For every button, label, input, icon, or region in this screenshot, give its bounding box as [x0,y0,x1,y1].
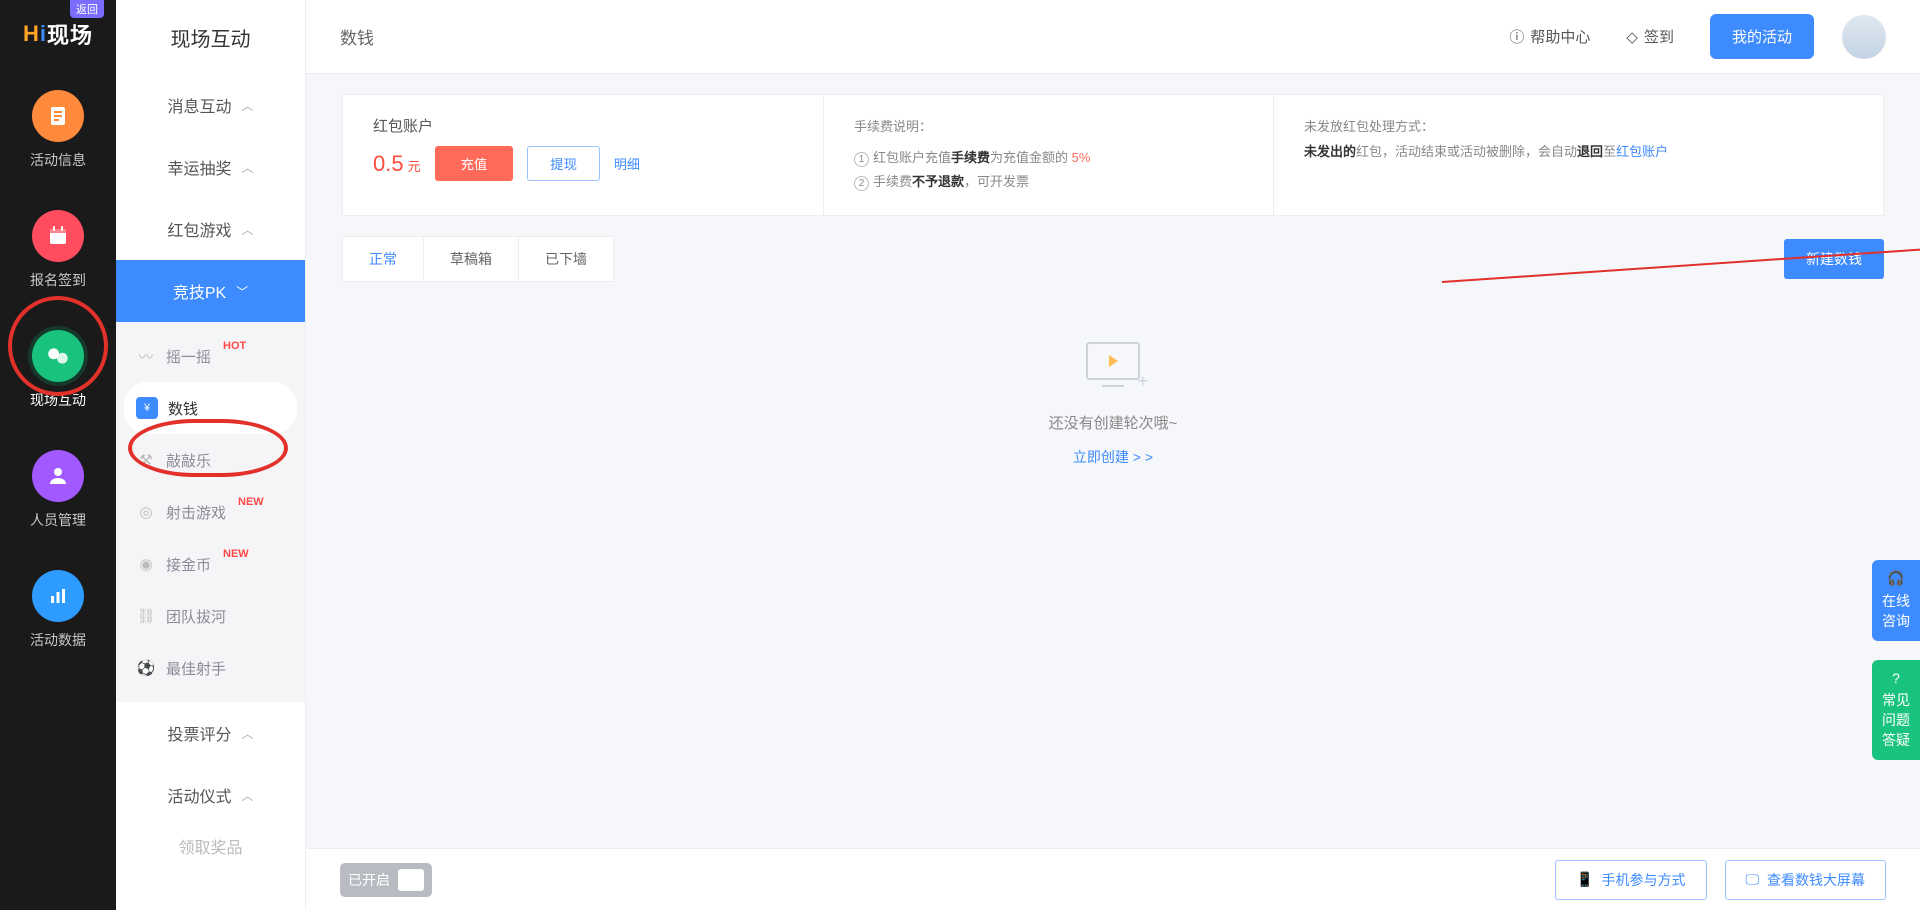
monitor-icon: 🖵 [1746,871,1760,888]
status-tabs: 正常 草稿箱 已下墙 [342,236,614,282]
online-consult-button[interactable]: 🎧在线咨询 [1872,560,1920,641]
view-bigscreen-button[interactable]: 🖵查看数钱大屏幕 [1725,860,1887,900]
checkin-link[interactable]: ◇签到 [1626,26,1674,47]
rail-item-signup[interactable]: 报名签到 [30,210,86,290]
chart-icon [32,570,84,622]
logo[interactable]: Hi现场 [23,18,93,50]
sub-item-coins[interactable]: ◉接金币NEW [116,538,305,590]
phone-icon: 📱 [1576,871,1593,888]
main-area: 数钱 ⓘ帮助中心 ◇签到 我的活动 红包账户 0.5元 充值 提现 明细 [306,0,1920,910]
pk-submenu: 〰摇一摇HOT ¥数钱 ⚒敲敲乐 ◎射击游戏NEW ◉接金币NEW ⛓团队拔河 … [116,322,305,702]
tab-draft[interactable]: 草稿箱 [424,237,519,281]
recharge-button[interactable]: 充值 [435,146,514,181]
tab-normal[interactable]: 正常 [343,237,424,281]
sub-item-shoot[interactable]: ◎射击游戏NEW [116,486,305,538]
primary-nav-rail: 返回 Hi现场 活动信息 报名签到 现场互动 人员管理 [0,0,116,910]
secondary-sidebar: 现场互动 消息互动︿ 幸运抽奖︿ 红包游戏︿ 竞技PK﹀ 〰摇一摇HOT ¥数钱… [116,0,306,910]
sub-item-count-money[interactable]: ¥数钱 [124,382,297,434]
redpacket-account-link[interactable]: 红包账户 [1616,144,1668,159]
help-link[interactable]: ⓘ帮助中心 [1509,26,1590,47]
account-amount: 0.5元 [373,151,421,177]
empty-text: 还没有创建轮次哦~ [1049,412,1178,433]
calendar-icon [32,210,84,262]
topbar: 数钱 ⓘ帮助中心 ◇签到 我的活动 [306,0,1920,74]
chevron-up-icon: ︿ [242,97,254,114]
sub-item-shooter[interactable]: ⚽最佳射手 [116,642,305,694]
chevron-down-icon: ﹀ [236,283,248,300]
money-icon: ¥ [136,397,158,419]
my-activity-button[interactable]: 我的活动 [1710,14,1814,59]
sub-item-shake[interactable]: 〰摇一摇HOT [116,330,305,382]
rail-item-data[interactable]: 活动数据 [30,570,86,650]
empty-state: + 还没有创建轮次哦~ 立即创建 > > [342,282,1884,467]
target-icon: ◎ [136,502,156,522]
team-icon: ⛓ [136,606,156,626]
create-now-link[interactable]: 立即创建 > > [1073,447,1153,467]
question-icon: ? [1892,670,1900,686]
faq-button[interactable]: ?常见问题答疑 [1872,660,1920,760]
sidebar-group-prize[interactable]: 领取奖品 [116,826,305,866]
rail-item-live-interaction[interactable]: 现场互动 [30,330,86,410]
doc-icon [32,90,84,142]
coin-icon: ◉ [136,554,156,574]
chevron-up-icon: ︿ [242,725,254,742]
person-icon [32,450,84,502]
sidebar-group-ceremony[interactable]: 活动仪式︿ [116,764,305,826]
page-title: 数钱 [340,24,374,49]
phone-participate-button[interactable]: 📱手机参与方式 [1555,860,1706,900]
ball-icon: ⚽ [136,658,156,678]
tab-removed[interactable]: 已下墙 [519,237,613,281]
content: 红包账户 0.5元 充值 提现 明细 手续费说明： 1红包账户充值手续费为充值金… [306,74,1920,910]
sidebar-title: 现场互动 [116,0,305,74]
chevron-up-icon: ︿ [242,221,254,238]
shake-icon: 〰 [136,346,156,366]
headset-icon: 🎧 [1887,570,1904,587]
avatar[interactable] [1842,15,1886,59]
sidebar-group-pk[interactable]: 竞技PK﹀ [116,260,305,322]
account-balance-col: 红包账户 0.5元 充值 提现 明细 [343,95,823,215]
refund-description-col: 未发放红包处理方式： 未发出的红包，活动结束或活动被删除，会自动退回至红包账户 [1273,95,1883,215]
enabled-toggle[interactable]: 已开启 [340,863,432,897]
sub-item-tugwar[interactable]: ⛓团队拔河 [116,590,305,642]
footer-bar: 已开启 📱手机参与方式 🖵查看数钱大屏幕 [306,848,1920,910]
empty-icon: + [1078,342,1148,398]
info-icon: ⓘ [1509,26,1524,47]
sidebar-group-message[interactable]: 消息互动︿ [116,74,305,136]
fee-description-col: 手续费说明： 1红包账户充值手续费为充值金额的 5% 2手续费不予退款，可开发票 [823,95,1273,215]
return-badge[interactable]: 返回 [70,0,104,18]
withdraw-button[interactable]: 提现 [527,146,600,181]
sub-item-knock[interactable]: ⚒敲敲乐 [116,434,305,486]
account-info-card: 红包账户 0.5元 充值 提现 明细 手续费说明： 1红包账户充值手续费为充值金… [342,94,1884,216]
create-button[interactable]: 新建数钱 [1784,239,1884,279]
rail-item-people[interactable]: 人员管理 [30,450,86,530]
chevron-up-icon: ︿ [242,787,254,804]
chevron-up-icon: ︿ [242,159,254,176]
tab-row: 正常 草稿箱 已下墙 新建数钱 [342,236,1884,282]
sidebar-group-vote[interactable]: 投票评分︿ [116,702,305,764]
rail-item-activity-info[interactable]: 活动信息 [30,90,86,170]
sidebar-group-lottery[interactable]: 幸运抽奖︿ [116,136,305,198]
hammer-icon: ⚒ [136,450,156,470]
detail-link[interactable]: 明细 [614,154,640,173]
interaction-icon [32,330,84,382]
account-title: 红包账户 [373,115,793,136]
location-icon: ◇ [1626,28,1638,46]
sidebar-group-redpacket[interactable]: 红包游戏︿ [116,198,305,260]
